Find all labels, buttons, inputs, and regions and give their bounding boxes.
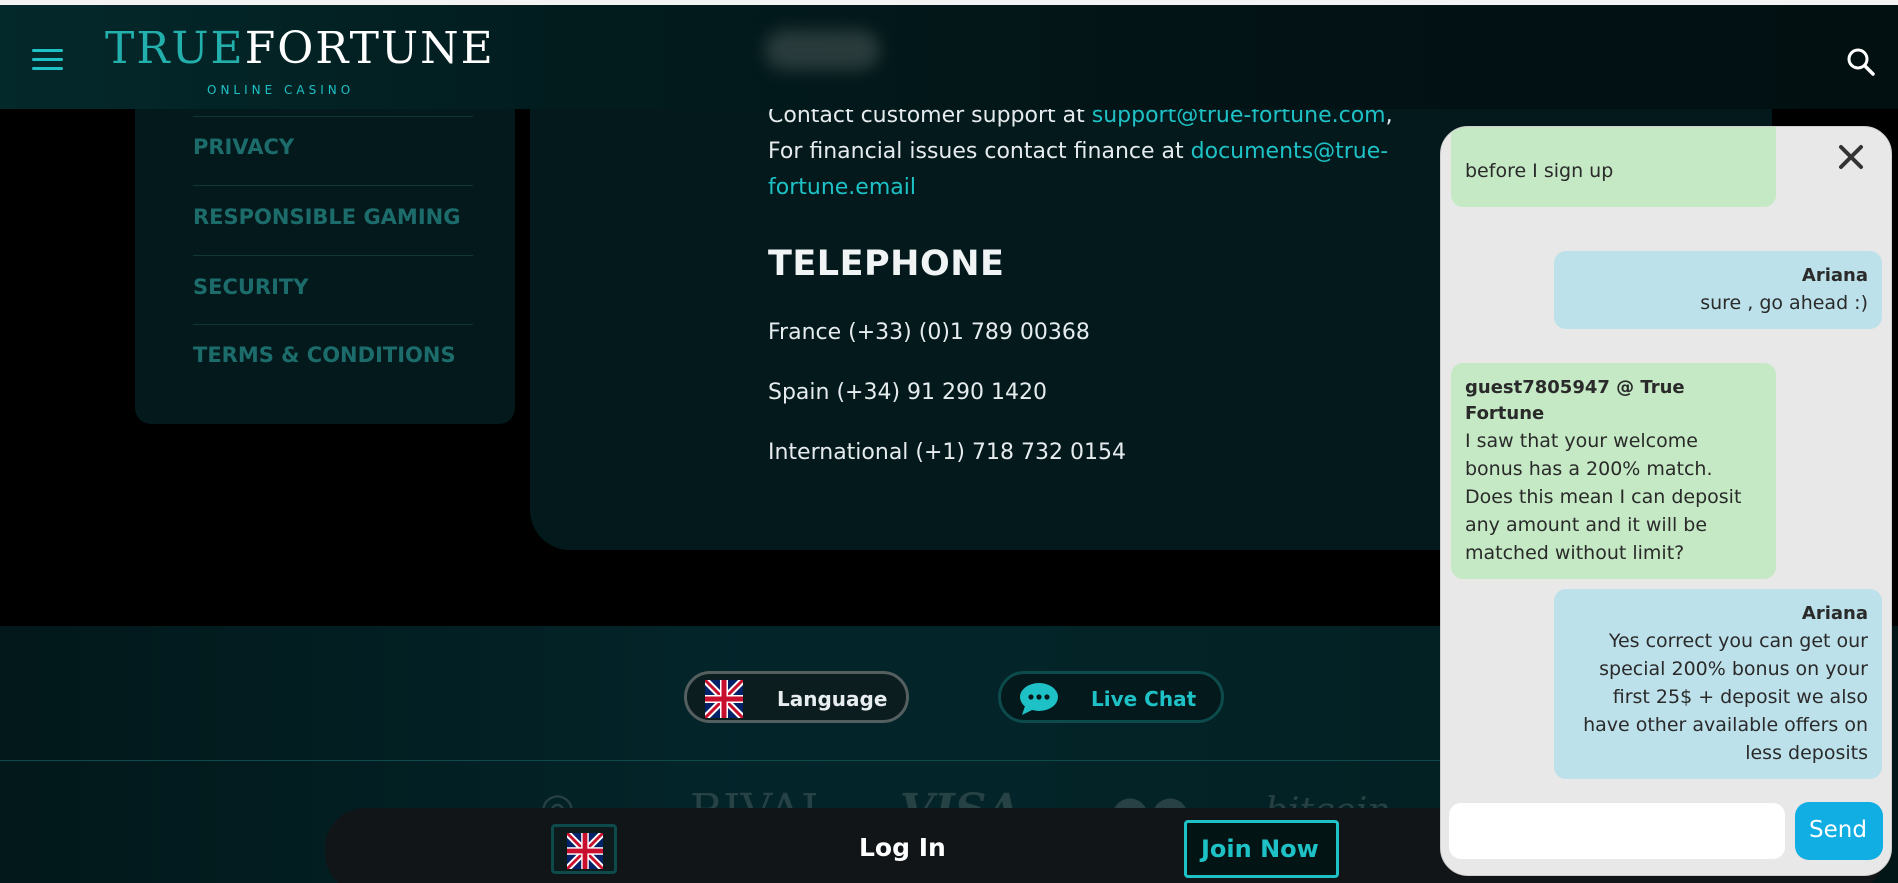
finance-contact-line-2: fortune.email [768, 175, 916, 200]
live-chat-label: Live Chat [1091, 687, 1197, 711]
footer-divider [0, 760, 1500, 761]
message-text: Yes correct you can get our special 200%… [1583, 630, 1868, 764]
logo-subtitle: ONLINE CASINO [207, 83, 355, 97]
search-icon[interactable] [1846, 47, 1876, 77]
phone-international: International (+1) 718 732 0154 [768, 440, 1126, 465]
menu-divider [193, 116, 473, 117]
message-text: sure , go ahead :) [1700, 292, 1868, 314]
chat-message-agent: Ariana sure , go ahead :) [1554, 251, 1882, 329]
logo-true-text: TRUE [105, 23, 245, 74]
menu-item-security[interactable]: SECURITY [193, 275, 473, 299]
logo-wordmark: TRUEFORTUNE [105, 23, 493, 74]
message-text: before I sign up [1465, 160, 1614, 182]
join-now-label: Join Now [1201, 835, 1319, 863]
menu-divider [193, 324, 473, 325]
chat-message-input[interactable] [1449, 803, 1785, 859]
chat-widget: before I sign up Ariana sure , go ahead … [1440, 126, 1892, 876]
side-menu: PRIVACY RESPONSIBLE GAMING SECURITY TERM… [135, 60, 515, 424]
site-header: TRUEFORTUNE ONLINE CASINO [0, 5, 1898, 109]
message-sender: guest7805947 @ True Fortune [1465, 377, 1685, 424]
close-icon[interactable] [1831, 137, 1871, 177]
message-text: I saw that your welcome bonus has a 200%… [1465, 430, 1742, 564]
send-button[interactable]: Send [1795, 802, 1883, 860]
send-label: Send [1809, 817, 1867, 843]
menu-item-privacy[interactable]: PRIVACY [193, 135, 473, 159]
join-now-button[interactable]: Join Now [1184, 820, 1339, 878]
finance-contact-line: For financial issues contact finance at … [768, 139, 1388, 164]
chat-bubble-icon [1020, 683, 1058, 715]
finance-email-link[interactable]: documents@true- [1191, 139, 1389, 164]
language-label: Language [777, 687, 888, 711]
chat-message-guest: before I sign up [1451, 127, 1776, 207]
live-chat-button[interactable]: Live Chat [998, 671, 1224, 723]
language-button[interactable]: Language [684, 671, 909, 723]
chat-message-agent: Ariana Yes correct you can get our speci… [1554, 589, 1882, 779]
chat-message-guest: guest7805947 @ True Fortune I saw that y… [1451, 363, 1776, 579]
uk-flag-icon [705, 680, 743, 718]
hamburger-menu-icon[interactable] [32, 49, 63, 71]
blurred-element [765, 30, 880, 70]
finance-email-link-cont[interactable]: fortune.email [768, 175, 916, 200]
true-fortune-logo[interactable]: TRUEFORTUNE ONLINE CASINO [105, 23, 493, 105]
phone-spain: Spain (+34) 91 290 1420 [768, 380, 1048, 405]
uk-flag-icon [567, 833, 603, 869]
menu-item-terms-conditions[interactable]: TERMS & CONDITIONS [193, 343, 473, 367]
logo-fortune-text: FORTUNE [244, 23, 495, 74]
telephone-heading: TELEPHONE [768, 244, 1005, 284]
menu-divider [193, 185, 473, 186]
language-flag-button[interactable] [551, 824, 617, 874]
menu-divider [193, 255, 473, 256]
message-sender: Ariana [1801, 603, 1868, 624]
phone-france: France (+33) (0)1 789 00368 [768, 320, 1090, 345]
message-sender: Ariana [1801, 265, 1868, 286]
finance-text: For financial issues contact finance at [768, 139, 1191, 164]
login-button[interactable]: Log In [859, 833, 946, 862]
menu-item-responsible-gaming[interactable]: RESPONSIBLE GAMING [193, 205, 473, 229]
